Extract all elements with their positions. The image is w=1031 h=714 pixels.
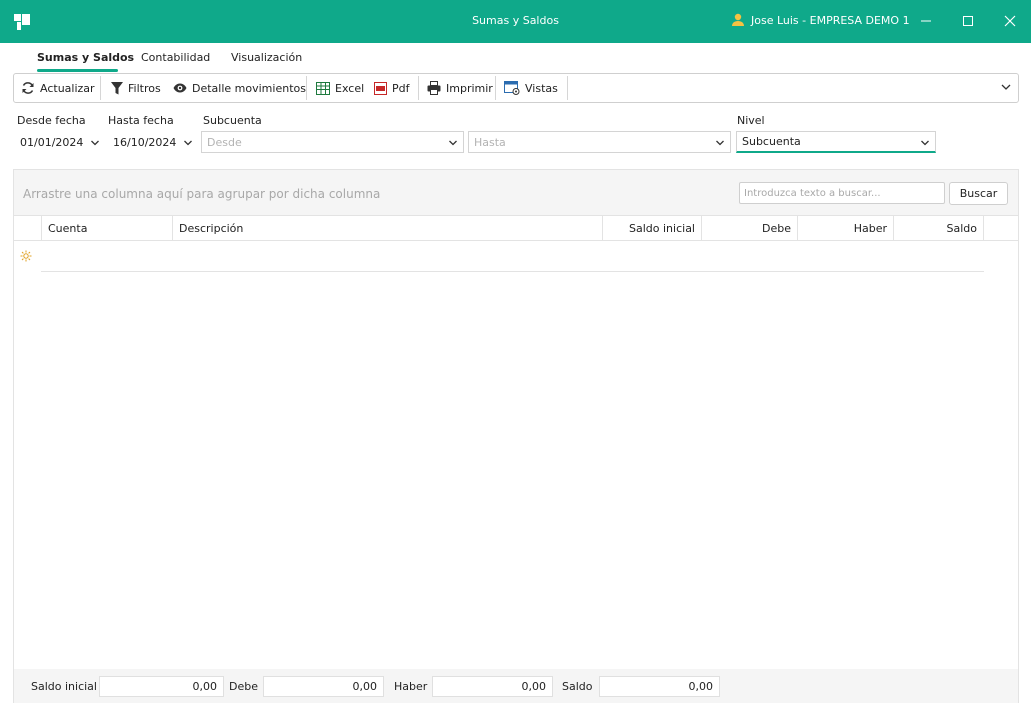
refresh-label: Actualizar <box>40 81 95 95</box>
user-name: Jose Luis - EMPRESA DEMO 1 <box>751 13 910 27</box>
to-date-value: 16/10/2024 <box>113 135 177 149</box>
filters-label: Filtros <box>128 81 161 95</box>
toolbar: Actualizar Filtros Detalle movimientos E… <box>13 73 1019 103</box>
print-label: Imprimir <box>446 81 493 95</box>
close-icon <box>1004 15 1016 27</box>
movement-details-label: Detalle movimientos <box>192 81 306 95</box>
chevron-down-icon <box>716 140 724 146</box>
subaccount-to-select[interactable]: Hasta <box>468 131 731 153</box>
chevron-down-icon[interactable] <box>1000 81 1012 93</box>
toolbar-divider <box>100 76 101 100</box>
total-saldo-value: 0,00 <box>599 676 720 697</box>
from-date-picker[interactable]: 01/01/2024 <box>14 131 106 153</box>
from-date-label: Desde fecha <box>17 114 86 127</box>
minimize-button[interactable] <box>911 8 941 34</box>
level-label: Nivel <box>737 114 765 127</box>
pdf-icon <box>374 81 387 95</box>
group-by-panel[interactable]: Arrastre una columna aquí para agrupar p… <box>23 187 380 201</box>
grid-header: Cuenta Descripción Saldo inicial Debe Ha… <box>14 215 1018 241</box>
active-tab-indicator <box>37 69 118 72</box>
refresh-icon <box>22 82 34 94</box>
views-icon <box>504 81 520 95</box>
views-label: Vistas <box>525 81 558 95</box>
maximize-button[interactable] <box>953 8 983 34</box>
pdf-export-button[interactable]: Pdf <box>374 74 410 102</box>
chevron-down-icon <box>921 140 929 146</box>
toolbar-divider <box>418 76 419 100</box>
ribbon-tabs: Sumas y Saldos Contabilidad Visualizació… <box>0 43 1031 72</box>
eye-icon <box>173 83 187 93</box>
total-haber-value: 0,00 <box>432 676 553 697</box>
tab-contabilidad[interactable]: Contabilidad <box>141 51 210 64</box>
filters-button[interactable]: Filtros <box>111 74 161 102</box>
column-header-haber[interactable]: Haber <box>798 216 894 241</box>
excel-label: Excel <box>335 81 365 95</box>
total-saldo-inicial-label: Saldo inicial <box>31 680 97 693</box>
search-input[interactable]: Introduzca texto a buscar... <box>739 182 945 204</box>
tab-sumas-y-saldos[interactable]: Sumas y Saldos <box>37 51 134 64</box>
total-saldo-inicial-value: 0,00 <box>99 676 224 697</box>
movement-details-button[interactable]: Detalle movimientos <box>173 74 306 102</box>
user-icon <box>732 13 744 26</box>
total-debe-label: Debe <box>229 680 258 693</box>
row-indicator-header <box>14 216 42 241</box>
grid-body[interactable] <box>14 241 1018 669</box>
column-header-saldo[interactable]: Saldo <box>894 216 984 241</box>
level-value: Subcuenta <box>742 135 801 148</box>
maximize-icon <box>963 16 973 26</box>
close-button[interactable] <box>995 8 1025 34</box>
excel-icon <box>316 81 330 95</box>
total-debe-value: 0,00 <box>263 676 384 697</box>
search-button[interactable]: Buscar <box>949 182 1008 205</box>
printer-icon <box>427 81 441 95</box>
to-date-picker[interactable]: 16/10/2024 <box>107 131 199 153</box>
chevron-down-icon <box>91 140 99 146</box>
views-button[interactable]: Vistas <box>504 74 558 102</box>
refresh-button[interactable]: Actualizar <box>21 74 95 102</box>
subaccount-from-select[interactable]: Desde <box>201 131 464 153</box>
column-header-cuenta[interactable]: Cuenta <box>42 216 173 241</box>
pdf-label: Pdf <box>392 81 410 95</box>
chevron-down-icon <box>449 140 457 146</box>
column-header-saldo-inicial[interactable]: Saldo inicial <box>603 216 702 241</box>
toolbar-divider <box>567 76 568 100</box>
total-saldo-label: Saldo <box>562 680 593 693</box>
toolbar-divider <box>306 76 307 100</box>
filter-icon <box>111 81 123 94</box>
data-grid-panel: Arrastre una columna aquí para agrupar p… <box>13 169 1019 703</box>
new-row-icon <box>20 250 32 262</box>
to-date-label: Hasta fecha <box>108 114 174 127</box>
level-select[interactable]: Subcuenta <box>736 131 936 153</box>
minimize-icon <box>921 20 931 22</box>
subaccount-from-placeholder: Desde <box>207 135 242 149</box>
total-haber-label: Haber <box>394 680 428 693</box>
subaccount-to-placeholder: Hasta <box>474 135 506 149</box>
print-button[interactable]: Imprimir <box>427 74 493 102</box>
new-item-row[interactable] <box>41 241 984 272</box>
toolbar-divider <box>495 76 496 100</box>
tab-visualizacion[interactable]: Visualización <box>231 51 302 64</box>
column-header-debe[interactable]: Debe <box>702 216 798 241</box>
subaccount-label: Subcuenta <box>203 114 262 127</box>
current-user[interactable]: Jose Luis - EMPRESA DEMO 1 <box>731 13 910 27</box>
column-header-descripcion[interactable]: Descripción <box>173 216 603 241</box>
chevron-down-icon <box>184 140 192 146</box>
title-bar: Sumas y Saldos Jose Luis - EMPRESA DEMO … <box>0 0 1031 43</box>
from-date-value: 01/01/2024 <box>20 135 84 149</box>
totals-footer: Saldo inicial 0,00 Debe 0,00 Haber 0,00 … <box>14 669 1018 703</box>
excel-export-button[interactable]: Excel <box>316 74 364 102</box>
